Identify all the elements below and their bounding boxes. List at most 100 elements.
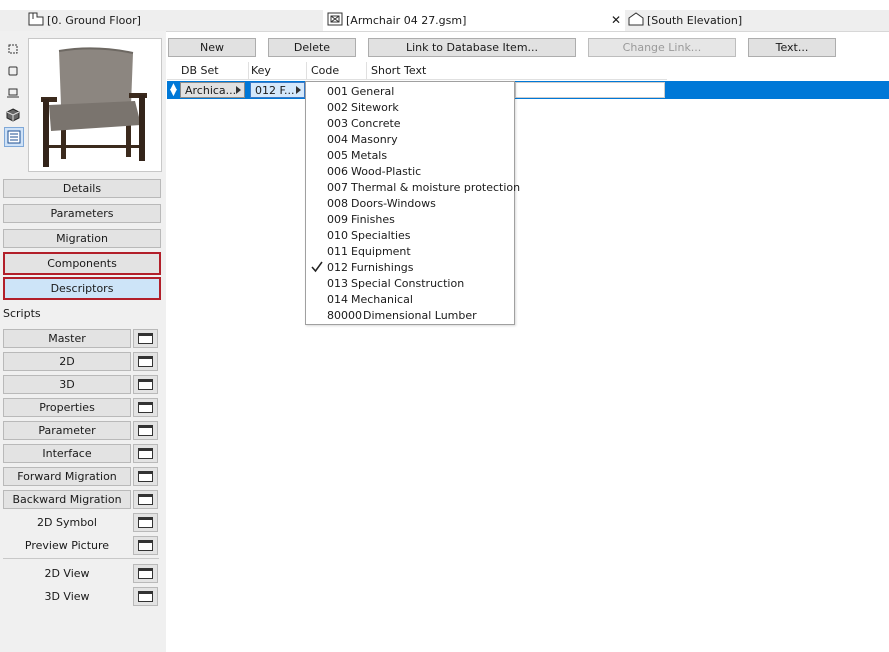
scripts-heading: Scripts bbox=[3, 307, 41, 320]
column-key[interactable]: Key bbox=[247, 62, 307, 79]
column-db-set[interactable]: DB Set bbox=[177, 62, 249, 79]
link-to-database-button[interactable]: Link to Database Item... bbox=[368, 38, 576, 57]
script-master-button[interactable]: Master bbox=[3, 329, 131, 348]
2d-view-button[interactable]: 2D View bbox=[3, 564, 131, 583]
menu-item-code: 011 bbox=[327, 245, 348, 258]
open-window-button[interactable] bbox=[133, 536, 158, 555]
tab-armchair[interactable]: [Armchair 04 27.gsm] ✕ bbox=[323, 10, 625, 31]
menu-item-label: Mechanical bbox=[351, 293, 413, 306]
menu-item-label: Concrete bbox=[351, 117, 401, 130]
object-preview-image bbox=[28, 38, 162, 172]
sort-arrows-icon[interactable]: ▲ ▼ bbox=[170, 83, 177, 98]
menu-item[interactable]: 001 General bbox=[306, 84, 514, 100]
menu-item[interactable]: 014 Mechanical bbox=[306, 292, 514, 308]
elevation-icon bbox=[628, 12, 644, 29]
menu-item-label: Dimensional Lumber bbox=[363, 309, 477, 322]
window-icon bbox=[138, 494, 153, 505]
submenu-arrow-icon bbox=[296, 86, 301, 94]
3d-view-button[interactable]: 3D View bbox=[3, 587, 131, 606]
open-window-button[interactable] bbox=[133, 564, 158, 583]
window-icon bbox=[138, 356, 153, 367]
window-icon bbox=[138, 568, 153, 579]
menu-item[interactable]: 011 Equipment bbox=[306, 244, 514, 260]
db-set-value: Archica... bbox=[185, 83, 237, 97]
column-short-text[interactable]: Short Text bbox=[367, 62, 667, 79]
text-button[interactable]: Text... bbox=[748, 38, 836, 57]
new-button[interactable]: New bbox=[168, 38, 256, 57]
menu-item[interactable]: 009 Finishes bbox=[306, 212, 514, 228]
details-button[interactable]: Details bbox=[3, 179, 161, 198]
menu-item-code: 009 bbox=[327, 213, 348, 226]
open-window-button[interactable] bbox=[133, 587, 158, 606]
menu-item[interactable]: 006 Wood-Plastic bbox=[306, 164, 514, 180]
menu-item-label: Furnishings bbox=[351, 261, 414, 274]
open-window-button[interactable] bbox=[133, 352, 158, 371]
key-cell[interactable]: 012 F... bbox=[250, 82, 305, 98]
short-text-cell[interactable] bbox=[515, 82, 665, 98]
open-window-button[interactable] bbox=[133, 513, 158, 532]
open-window-button[interactable] bbox=[133, 444, 158, 463]
parameters-button[interactable]: Parameters bbox=[3, 204, 161, 223]
delete-button[interactable]: Delete bbox=[268, 38, 356, 57]
menu-item[interactable]: 003 Concrete bbox=[306, 116, 514, 132]
tab-label: [Armchair 04 27.gsm] bbox=[346, 14, 467, 27]
window-icon bbox=[138, 425, 153, 436]
preview-picture-button[interactable]: Preview Picture bbox=[3, 536, 131, 555]
menu-item-label: Sitework bbox=[351, 101, 399, 114]
menu-item[interactable]: 80000 Dimensional Lumber bbox=[306, 308, 514, 324]
2d-symbol-button[interactable]: 2D Symbol bbox=[3, 513, 131, 532]
tab-label: [0. Ground Floor] bbox=[47, 14, 141, 27]
open-window-button[interactable] bbox=[133, 329, 158, 348]
script-editor-icon[interactable] bbox=[4, 127, 24, 147]
open-window-button[interactable] bbox=[133, 421, 158, 440]
tab-ground-floor[interactable]: [0. Ground Floor] bbox=[24, 10, 320, 31]
menu-item-label: Metals bbox=[351, 149, 388, 162]
migration-button[interactable]: Migration bbox=[3, 229, 161, 248]
script-backward-migration-button[interactable]: Backward Migration bbox=[3, 490, 131, 509]
divider bbox=[3, 558, 159, 559]
menu-item[interactable]: 005 Metals bbox=[306, 148, 514, 164]
script-forward-migration-button[interactable]: Forward Migration bbox=[3, 467, 131, 486]
menu-item[interactable]: 004 Masonry bbox=[306, 132, 514, 148]
plan-view-tool-icon[interactable] bbox=[4, 84, 22, 102]
script-interface-button[interactable]: Interface bbox=[3, 444, 131, 463]
menu-item[interactable]: 010 Specialties bbox=[306, 228, 514, 244]
menu-item-code: 014 bbox=[327, 293, 348, 306]
menu-item-code: 001 bbox=[327, 85, 348, 98]
menu-item[interactable]: 007 Thermal & moisture protection bbox=[306, 180, 520, 196]
column-code[interactable]: Code bbox=[307, 62, 367, 79]
menu-item[interactable]: 002 Sitework bbox=[306, 100, 514, 116]
menu-item-label: Equipment bbox=[351, 245, 411, 258]
script-properties-button[interactable]: Properties bbox=[3, 398, 131, 417]
script-3d-button[interactable]: 3D bbox=[3, 375, 131, 394]
menu-item[interactable]: 008 Doors-Windows bbox=[306, 196, 514, 212]
menu-item-code: 010 bbox=[327, 229, 348, 242]
menu-item[interactable]: 012 Furnishings bbox=[306, 260, 514, 276]
db-set-cell[interactable]: Archica... bbox=[180, 82, 245, 98]
menu-item-label: Wood-Plastic bbox=[351, 165, 422, 178]
library-part-icon bbox=[327, 12, 343, 29]
open-window-button[interactable] bbox=[133, 398, 158, 417]
open-window-button[interactable] bbox=[133, 490, 158, 509]
select-tool-icon[interactable] bbox=[4, 40, 22, 58]
left-panel: Details Parameters Migration Components … bbox=[0, 31, 166, 652]
window-icon bbox=[138, 471, 153, 482]
script-2d-button[interactable]: 2D bbox=[3, 352, 131, 371]
script-parameter-button[interactable]: Parameter bbox=[3, 421, 131, 440]
floor-plan-icon bbox=[28, 12, 44, 29]
menu-item-label: Special Construction bbox=[351, 277, 465, 290]
tab-south-elevation[interactable]: [South Elevation] bbox=[626, 10, 889, 31]
table-header: DB Set Key Code Short Text bbox=[167, 62, 667, 80]
tab-label: [South Elevation] bbox=[647, 14, 743, 27]
close-icon[interactable]: ✕ bbox=[611, 13, 621, 27]
menu-item-code: 004 bbox=[327, 133, 348, 146]
3d-cube-icon[interactable] bbox=[4, 106, 22, 124]
components-button[interactable]: Components bbox=[3, 252, 161, 275]
descriptors-button[interactable]: Descriptors bbox=[3, 277, 161, 300]
window-icon bbox=[138, 540, 153, 551]
change-link-button[interactable]: Change Link... bbox=[588, 38, 736, 57]
open-window-button[interactable] bbox=[133, 375, 158, 394]
menu-item[interactable]: 013 Special Construction bbox=[306, 276, 514, 292]
open-window-button[interactable] bbox=[133, 467, 158, 486]
rectangle-tool-icon[interactable] bbox=[4, 62, 22, 80]
